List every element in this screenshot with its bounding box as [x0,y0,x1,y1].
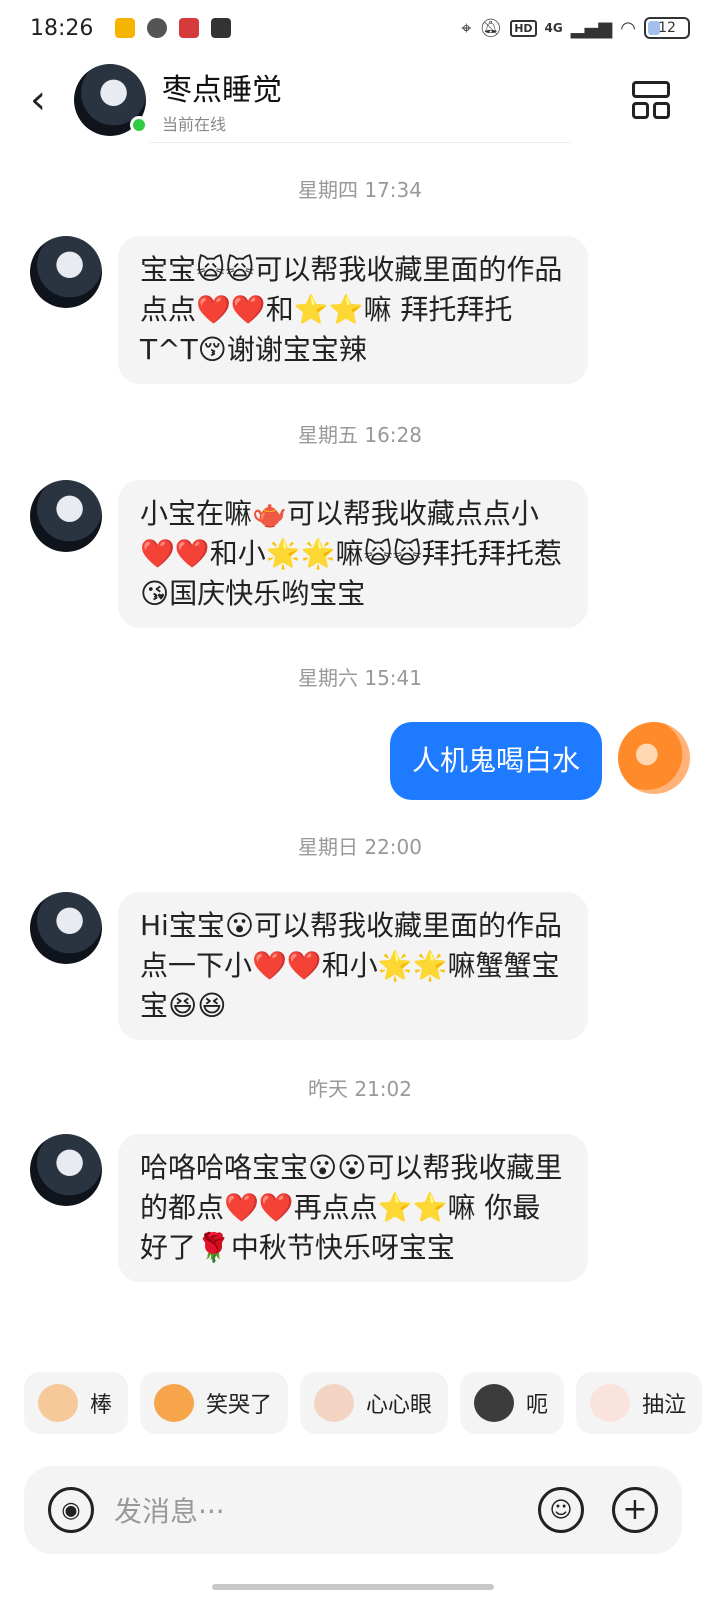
message-timestamp: 星期四 17:34 [298,178,422,202]
emoji-icon[interactable]: ☺ [538,1487,584,1533]
message-timestamp: 星期五 16:28 [298,423,422,447]
cat-sticker-icon [154,1384,195,1422]
my-avatar[interactable] [618,722,690,794]
voice-icon[interactable]: ◉ [48,1487,94,1533]
sticker-label: 棒 [90,1393,113,1418]
sticker-label: 呃 [526,1393,549,1418]
sticker-label: 心心眼 [366,1393,433,1418]
more-options-icon[interactable] [632,81,670,119]
status-time: 18:26 [30,15,94,41]
wifi-icon: ◠ [620,17,636,39]
cat-sticker-icon [590,1384,631,1422]
message-bubble[interactable]: Hi宝宝😮可以帮我收藏里面的作品点一下小❤️❤️和小🌟🌟嘛蟹蟹宝宝😆😆 [118,892,588,1040]
chat-header: ‹ 枣点睡觉 当前在线 [0,56,720,144]
quick-sticker-chip[interactable]: 心心眼 [300,1372,449,1434]
message-row-received: Hi宝宝😮可以帮我收藏里面的作品点一下小❤️❤️和小🌟🌟嘛蟹蟹宝宝😆😆 [30,892,588,1040]
status-bar: 18:26 ⌖ 🔕︎ HD 4G ▂▄▆ ◠ 12 [0,0,720,56]
message-timestamp: 星期日 22:00 [298,835,422,859]
mute-bell-icon: 🔕︎ [479,17,503,39]
quick-sticker-chip[interactable]: 棒 [24,1372,129,1434]
quick-sticker-chip[interactable]: 抽泣 [576,1372,703,1434]
location-icon: ⌖ [461,17,472,39]
divider [150,142,570,143]
message-row-received: 宝宝🙀🙀可以帮我收藏里面的作品点点❤️❤️和⭐⭐嘛 拜托拜托T^T😚谢谢宝宝辣 [30,236,588,384]
quick-sticker-chip[interactable]: 呃 [460,1372,565,1434]
sender-avatar[interactable] [30,1134,102,1206]
message-timestamp: 昨天 21:02 [308,1077,412,1101]
battery-icon: 12 [644,17,690,39]
contact-avatar[interactable] [74,64,148,136]
plus-icon[interactable]: + [612,1487,658,1533]
contact-status: 当前在线 [162,115,227,134]
message-input-bar: ◉ 发消息··· ☺ + [24,1466,682,1554]
notification-app-icon [115,18,136,38]
sticker-label: 抽泣 [642,1393,687,1418]
cat-sticker-icon [474,1384,515,1422]
cat-sticker-icon [314,1384,355,1422]
message-row-received: 小宝在嘛🫖可以帮我收藏点点小❤️❤️和小🌟🌟嘛🙀🙀拜托拜托惹😘国庆快乐哟宝宝 [30,480,588,628]
notification-app-icon [147,18,168,38]
message-bubble[interactable]: 宝宝🙀🙀可以帮我收藏里面的作品点点❤️❤️和⭐⭐嘛 拜托拜托T^T😚谢谢宝宝辣 [118,236,588,384]
quick-sticker-row: 棒 笑哭了 心心眼 呃 抽泣 [24,1372,720,1434]
message-row-sent: 人机鬼喝白水 [389,722,690,800]
notification-app-icon [211,18,232,38]
message-bubble-sent[interactable]: 人机鬼喝白水 [389,722,602,800]
sender-avatar[interactable] [30,480,102,552]
quick-sticker-chip[interactable]: 笑哭了 [140,1372,289,1434]
online-indicator [130,116,148,134]
message-bubble[interactable]: 小宝在嘛🫖可以帮我收藏点点小❤️❤️和小🌟🌟嘛🙀🙀拜托拜托惹😘国庆快乐哟宝宝 [118,480,588,628]
cat-sticker-icon [38,1384,78,1422]
message-timestamp: 星期六 15:41 [298,666,422,690]
message-bubble[interactable]: 哈咯哈咯宝宝😮😮可以帮我收藏里的都点❤️❤️再点点⭐⭐嘛 你最好了🌹中秋节快乐呀… [118,1134,588,1282]
sticker-label: 笑哭了 [206,1393,273,1418]
network-type: 4G [544,21,563,35]
back-arrow-icon[interactable]: ‹ [30,80,60,120]
signal-icon: ▂▄▆ [570,17,613,39]
status-notification-icons [115,18,232,38]
notification-app-icon [179,18,200,38]
sender-avatar[interactable] [30,892,102,964]
hd-icon: HD [510,19,537,37]
sender-avatar[interactable] [30,236,102,308]
contact-name: 枣点睡觉 [162,73,282,108]
home-indicator[interactable] [212,1584,494,1590]
message-row-received: 哈咯哈咯宝宝😮😮可以帮我收藏里的都点❤️❤️再点点⭐⭐嘛 你最好了🌹中秋节快乐呀… [30,1134,588,1282]
message-input[interactable]: 发消息··· [114,1490,225,1530]
battery-level: 12 [658,20,676,36]
